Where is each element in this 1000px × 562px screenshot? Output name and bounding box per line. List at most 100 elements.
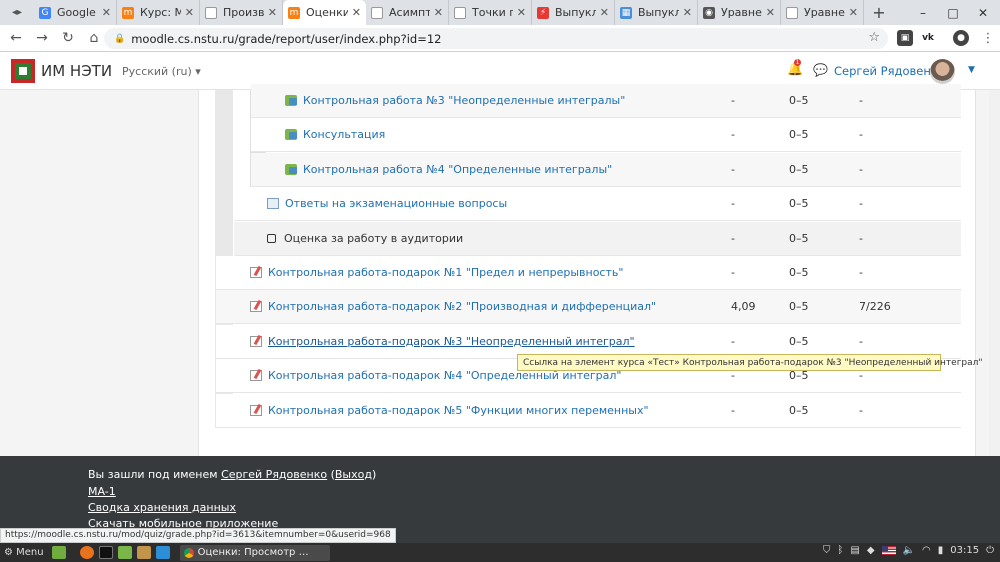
browser-tab[interactable]: m Курс: Ма ✕ — [117, 0, 200, 25]
grade-range: 0–5 — [789, 334, 809, 348]
grade-range: 0–5 — [789, 369, 809, 383]
power-icon[interactable]: ⏻ — [986, 545, 994, 556]
files-icon[interactable] — [117, 546, 132, 559]
browser-tab[interactable]: ▦ Выпукл ✕ — [615, 0, 698, 25]
tab-close-icon[interactable]: ✕ — [102, 6, 111, 19]
clock[interactable]: 03:15 — [950, 545, 979, 556]
grade-item-name[interactable]: Ответы на экзаменационные вопросы — [285, 197, 507, 210]
tab-close-icon[interactable]: ✕ — [185, 6, 194, 19]
tab-close-icon[interactable]: ✕ — [268, 6, 277, 19]
notification-badge: 1 — [794, 59, 801, 66]
address-bar[interactable]: 🔒 moodle.cs.nstu.ru/grade/report/user/in… — [104, 28, 888, 49]
back-arrow-icon[interactable]: ← — [3, 25, 29, 51]
clipboard-icon[interactable]: ▤ — [850, 545, 859, 556]
logout-link[interactable]: Выход — [335, 468, 372, 481]
us-flag-icon[interactable] — [881, 546, 896, 555]
tab-close-icon[interactable]: ✕ — [434, 6, 443, 19]
grade-item-name[interactable]: Контрольная работа №3 "Неопределенные ин… — [303, 94, 625, 107]
close-window-button[interactable]: ✕ — [968, 0, 998, 25]
menu-label: Menu — [16, 547, 44, 558]
vscode-icon[interactable] — [155, 546, 170, 559]
dropbox-icon[interactable]: ◆ — [867, 545, 875, 556]
tab-close-icon[interactable]: ✕ — [517, 6, 526, 19]
wifi-icon[interactable]: ◠ — [922, 545, 931, 556]
language-selector[interactable]: Русский (ru) ▾ — [122, 65, 201, 78]
grade-item-name[interactable]: Контрольная работа-подарок №2 "Производн… — [268, 300, 656, 313]
footer-user-link[interactable]: Сергей Рядовенко — [221, 468, 327, 481]
firefox-icon[interactable] — [79, 546, 94, 559]
grade-value: - — [731, 94, 735, 107]
grade-rank: - — [859, 369, 863, 383]
grade-range: 0–5 — [789, 197, 809, 211]
bluetooth-icon[interactable]: ᛒ — [837, 545, 843, 556]
avatar[interactable] — [930, 59, 955, 84]
grade-range: 0–5 — [789, 266, 809, 279]
grade-range: 0–5 — [789, 300, 809, 314]
grade-item-name[interactable]: Контрольная работа №4 "Определенные инте… — [303, 163, 612, 176]
language-label: Русский (ru) — [122, 65, 192, 78]
browser-tab[interactable]: Уравне ✕ — [781, 0, 864, 25]
browser-tab[interactable]: Произв ✕ — [200, 0, 283, 25]
chat-icon[interactable]: 💬 — [813, 63, 828, 77]
quiz-icon — [250, 370, 262, 382]
tab-close-icon[interactable]: ✕ — [766, 6, 775, 19]
browser-toolbar: ← → ↻ ⌂ 🔒 moodle.cs.nstu.ru/grade/report… — [0, 25, 1000, 52]
forward-arrow-icon[interactable]: → — [29, 25, 55, 51]
forum-icon — [285, 163, 297, 175]
extension-icon[interactable]: ▣ — [897, 30, 913, 46]
tab-label: Асимпт — [389, 6, 430, 19]
grade-row: Контрольная работа №3 "Неопределенные ин… — [251, 84, 961, 118]
browser-tab[interactable]: Асимпт ✕ — [366, 0, 449, 25]
browser-tab[interactable]: ◉ Уравне ✕ — [698, 0, 781, 25]
tab-label: Уравне — [804, 6, 845, 19]
bookmark-star-icon[interactable]: ☆ — [868, 30, 880, 45]
browser-tab[interactable]: Точки п ✕ — [449, 0, 532, 25]
tab-search-icon[interactable]: ◂▸ — [0, 0, 34, 25]
grade-range: 0–5 — [789, 94, 809, 107]
browser-tab[interactable]: G Google ✕ — [34, 0, 117, 25]
logout-close-paren: ) — [371, 468, 377, 481]
profile-icon[interactable]: ● — [953, 30, 969, 46]
grade-value: - — [731, 369, 735, 383]
chevron-down-icon[interactable]: ▼ — [968, 65, 975, 75]
grade-item-name[interactable]: Контрольная работа-подарок №1 "Предел и … — [268, 266, 623, 279]
site-name[interactable]: ИМ НЭТИ — [41, 62, 112, 80]
browser-tab[interactable]: m Оценки ✕ — [283, 0, 366, 25]
sublime-icon[interactable] — [136, 546, 151, 559]
grade-row: Консультация - 0–5 - — [251, 118, 961, 153]
tab-close-icon[interactable]: ✕ — [683, 6, 692, 19]
tab-close-icon[interactable]: ✕ — [600, 6, 609, 19]
grade-value: 4,09 — [731, 300, 756, 314]
maximize-button[interactable]: □ — [938, 0, 968, 25]
grade-item-name[interactable]: Контрольная работа-подарок №5 "Функции м… — [268, 404, 649, 417]
minimize-button[interactable]: – — [908, 0, 938, 25]
course-link[interactable]: MA-1 — [88, 485, 116, 498]
tab-close-icon[interactable]: ✕ — [849, 6, 858, 19]
new-tab-button[interactable]: + — [864, 0, 894, 25]
grade-item-name[interactable]: Контрольная работа-подарок №3 "Неопредел… — [268, 335, 635, 348]
volume-icon[interactable]: 🔈 — [903, 545, 915, 556]
site-logo-icon[interactable] — [11, 59, 35, 83]
grade-value: - — [731, 403, 735, 417]
taskbar-window-chrome[interactable]: Оценки: Просмотр … — [179, 544, 330, 561]
reload-icon[interactable]: ↻ — [55, 25, 81, 51]
kebab-menu-icon[interactable]: ⋮ — [980, 30, 996, 46]
data-retention-link[interactable]: Сводка хранения данных — [88, 501, 236, 514]
grade-value: - — [731, 197, 735, 211]
grade-item-name: Оценка за работу в аудитории — [284, 231, 464, 245]
grade-item-name[interactable]: Контрольная работа-подарок №4 "Определен… — [268, 369, 621, 382]
status-bar-url: https://moodle.cs.nstu.ru/mod/quiz/grade… — [0, 528, 396, 543]
terminal-icon[interactable] — [98, 546, 113, 559]
user-name[interactable]: Сергей Рядовенко — [834, 64, 945, 78]
browser-tab[interactable]: ⚡ Выпукл ✕ — [532, 0, 615, 25]
tab-close-icon[interactable]: ✕ — [352, 6, 361, 19]
shield-icon[interactable]: ⛉ — [823, 545, 831, 556]
grade-item-name[interactable]: Консультация — [303, 128, 385, 141]
vk-icon[interactable]: vk — [920, 30, 936, 46]
logout-open-paren: ( — [327, 468, 335, 481]
battery-icon[interactable]: ▮ — [938, 545, 944, 556]
show-desktop-icon[interactable] — [51, 546, 66, 559]
grade-row: Контрольная работа-подарок №1 "Предел и … — [216, 256, 961, 290]
forum-icon — [285, 129, 297, 141]
start-menu-button[interactable]: ⚙ Menu — [4, 545, 44, 560]
